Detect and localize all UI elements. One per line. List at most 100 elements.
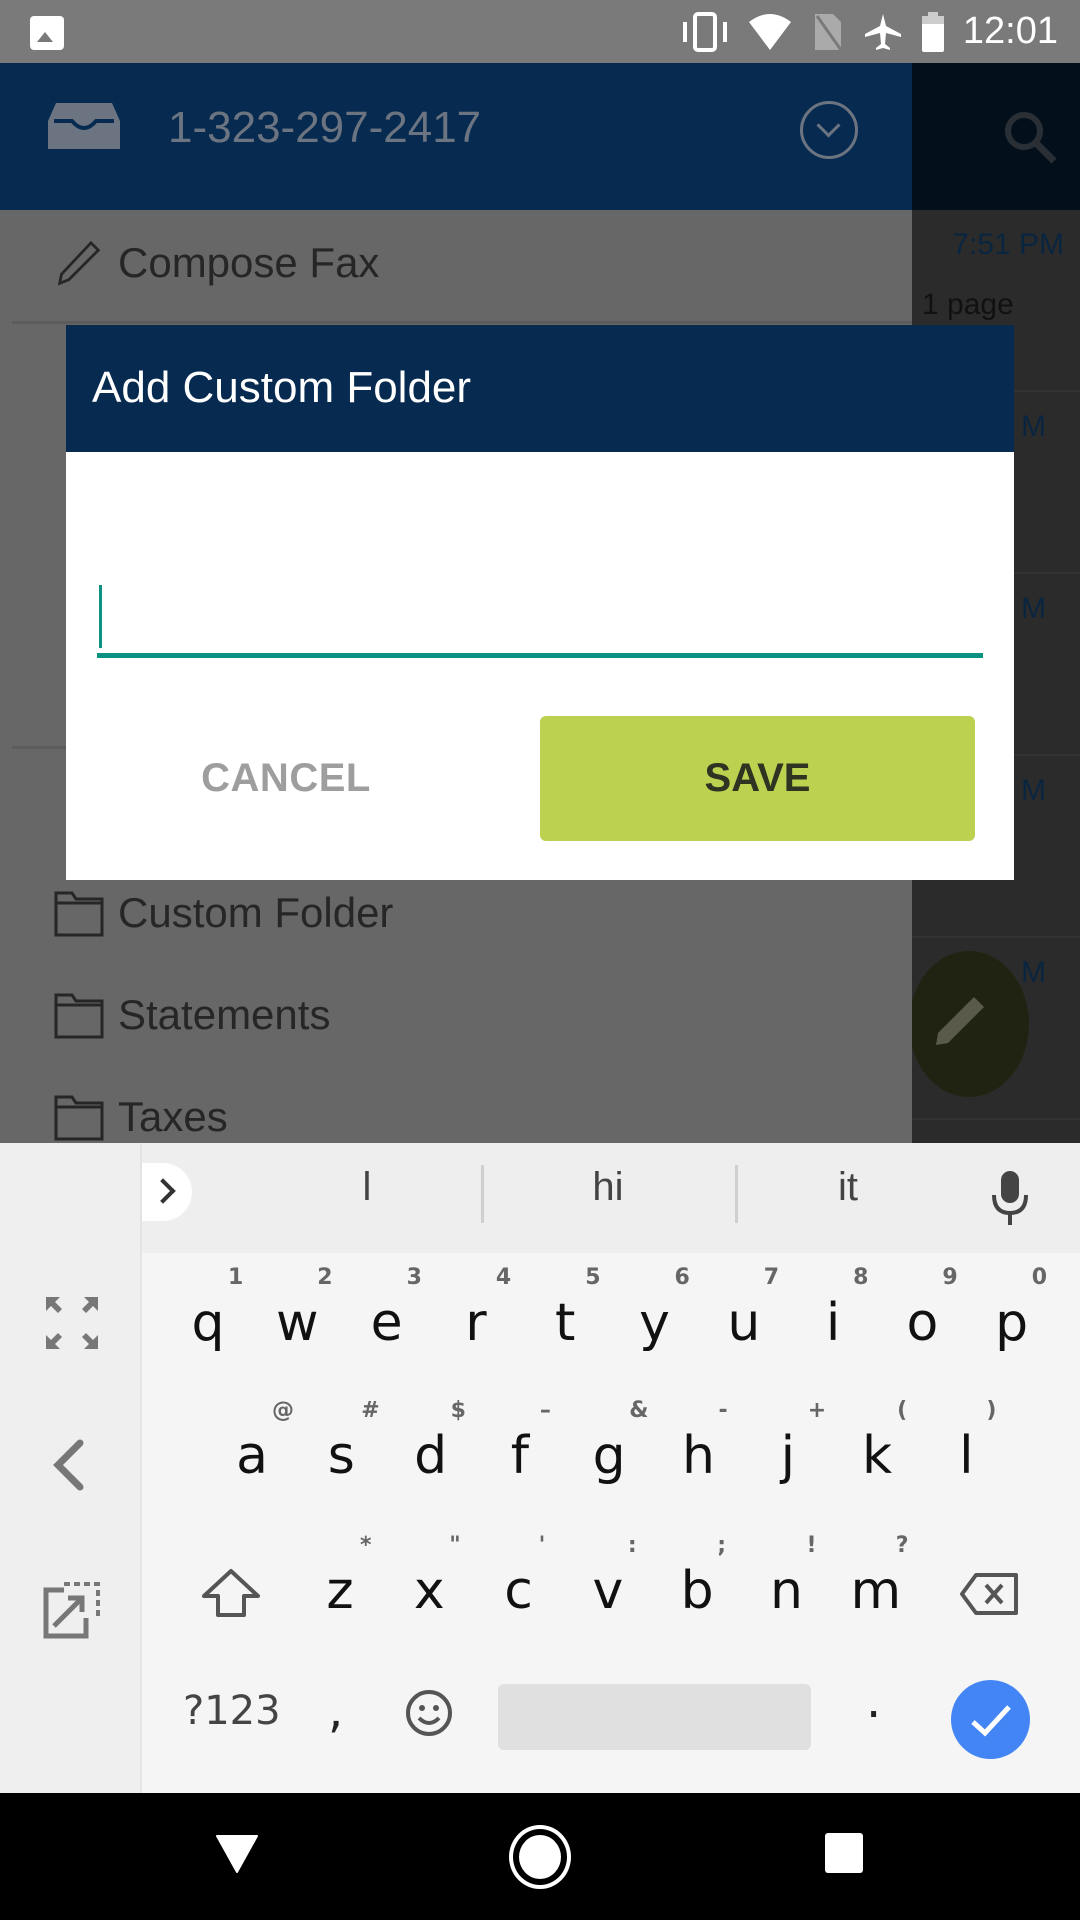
list-header	[912, 63, 1080, 210]
folder-label: Taxes	[118, 1093, 228, 1140]
key-j[interactable]: j	[748, 1426, 828, 1486]
key-v[interactable]: v	[568, 1561, 648, 1621]
folder-icon	[54, 891, 104, 937]
key-c[interactable]: c	[479, 1561, 559, 1621]
key-o[interactable]: o	[882, 1293, 962, 1353]
key-hint: 0	[1031, 1265, 1047, 1290]
key-hint: :	[627, 1533, 637, 1558]
clock: 12:01	[962, 10, 1058, 52]
key-b[interactable]: b	[657, 1561, 737, 1621]
suggestion-2[interactable]: hi	[483, 1165, 733, 1210]
suggestion-3[interactable]: it	[723, 1165, 973, 1210]
add-custom-folder-dialog: Add Custom Folder CANCEL SAVE	[66, 325, 1014, 880]
key-n[interactable]: n	[747, 1561, 827, 1621]
status-bar: 12:01	[0, 0, 1080, 63]
key-w[interactable]: w	[257, 1293, 337, 1353]
key-hint: 9	[942, 1265, 958, 1290]
compose-fab[interactable]	[909, 951, 1032, 1097]
recents-icon[interactable]	[825, 1833, 863, 1873]
vibrate-icon	[682, 11, 727, 52]
key-hint: @	[272, 1398, 294, 1423]
key-i[interactable]: i	[793, 1293, 873, 1353]
comma-key[interactable]: ,	[328, 1683, 343, 1739]
floating-keyboard-icon[interactable]	[40, 1578, 104, 1642]
folder-name-input[interactable]	[97, 580, 983, 658]
key-hint: $	[450, 1398, 466, 1423]
key-k[interactable]: k	[837, 1426, 917, 1486]
key-hint: 8	[853, 1265, 869, 1290]
key-s[interactable]: s	[301, 1426, 381, 1486]
image-notification-icon	[30, 16, 64, 50]
symbols-key[interactable]: ?123	[183, 1688, 281, 1734]
key-q[interactable]: q	[168, 1293, 248, 1353]
key-hint: +	[807, 1398, 827, 1423]
key-g[interactable]: g	[569, 1426, 649, 1486]
chevron-left-icon[interactable]	[40, 1433, 104, 1497]
enter-key[interactable]	[951, 1680, 1030, 1759]
key-hint: '	[538, 1533, 546, 1558]
key-a[interactable]: a	[212, 1426, 292, 1486]
period-key[interactable]: .	[866, 1673, 881, 1729]
key-e[interactable]: e	[347, 1293, 427, 1353]
key-hint: 7	[763, 1265, 780, 1290]
folder-label: Custom Folder	[118, 889, 394, 936]
list-item-time: M	[1021, 410, 1046, 443]
inbox-icon	[48, 103, 120, 149]
key-y[interactable]: y	[615, 1293, 695, 1353]
soft-keyboard: l hi it q 1 w 2 e 3 r 4 t 5 y 6 u 7 i 8 o 9 p 0 a @ s # d $ f – g & h -…	[0, 1143, 1080, 1793]
key-p[interactable]: p	[972, 1293, 1052, 1353]
key-l[interactable]: l	[926, 1426, 1006, 1486]
key-m[interactable]: m	[836, 1561, 916, 1621]
account-switcher-chevron-icon[interactable]	[800, 101, 858, 159]
key-hint: ;	[717, 1533, 726, 1558]
suggestion-1[interactable]: l	[242, 1165, 492, 1210]
expand-suggestions-chevron-icon[interactable]	[142, 1163, 192, 1221]
key-hint: 1	[228, 1265, 244, 1290]
keyboard-side-panel	[0, 1143, 142, 1793]
checkmark-icon	[971, 1705, 1011, 1737]
key-z[interactable]: z	[300, 1561, 380, 1621]
list-item-time: M	[1021, 592, 1046, 625]
key-r[interactable]: r	[436, 1293, 516, 1353]
compose-fax-item[interactable]: Compose Fax	[0, 213, 912, 313]
space-key[interactable]	[498, 1684, 811, 1750]
key-h[interactable]: h	[659, 1426, 739, 1486]
key-t[interactable]: t	[525, 1293, 605, 1353]
wifi-icon	[748, 13, 791, 50]
key-hint: #	[361, 1398, 380, 1423]
key-hint: &	[629, 1398, 649, 1423]
key-u[interactable]: u	[704, 1293, 784, 1353]
cancel-button[interactable]: CANCEL	[166, 716, 406, 841]
emoji-icon[interactable]	[404, 1688, 454, 1738]
account-number: 1-323-297-2417	[168, 103, 482, 152]
key-hint: 4	[495, 1265, 512, 1290]
no-sim-icon	[814, 13, 843, 51]
key-x[interactable]: x	[389, 1561, 469, 1621]
key-hint: !	[806, 1533, 817, 1558]
battery-icon	[921, 11, 944, 52]
key-d[interactable]: d	[391, 1426, 471, 1486]
list-item-time: M	[1021, 774, 1046, 807]
key-hint: *	[360, 1533, 372, 1558]
folder-item-statements[interactable]: Statements	[0, 965, 912, 1065]
navigation-bar	[0, 1793, 1080, 1920]
home-icon[interactable]	[509, 1825, 571, 1889]
back-icon[interactable]	[215, 1834, 259, 1874]
expand-keyboard-icon[interactable]	[40, 1291, 104, 1355]
key-hint: )	[986, 1398, 997, 1423]
shift-icon[interactable]	[200, 1568, 262, 1618]
key-hint: 2	[317, 1265, 333, 1290]
key-hint: 5	[585, 1265, 601, 1290]
search-icon[interactable]	[1000, 107, 1060, 167]
dialog-header: Add Custom Folder	[66, 325, 1014, 452]
folder-label: Statements	[118, 991, 331, 1038]
save-button[interactable]: SAVE	[540, 716, 975, 841]
microphone-icon[interactable]	[990, 1169, 1030, 1227]
backspace-icon[interactable]	[960, 1573, 1020, 1615]
folder-icon	[54, 993, 104, 1039]
pencil-icon	[936, 997, 984, 1045]
key-f[interactable]: f	[480, 1426, 560, 1486]
divider	[12, 321, 912, 324]
text-cursor	[99, 585, 102, 648]
list-item-time: 7:51 PM	[952, 228, 1064, 261]
